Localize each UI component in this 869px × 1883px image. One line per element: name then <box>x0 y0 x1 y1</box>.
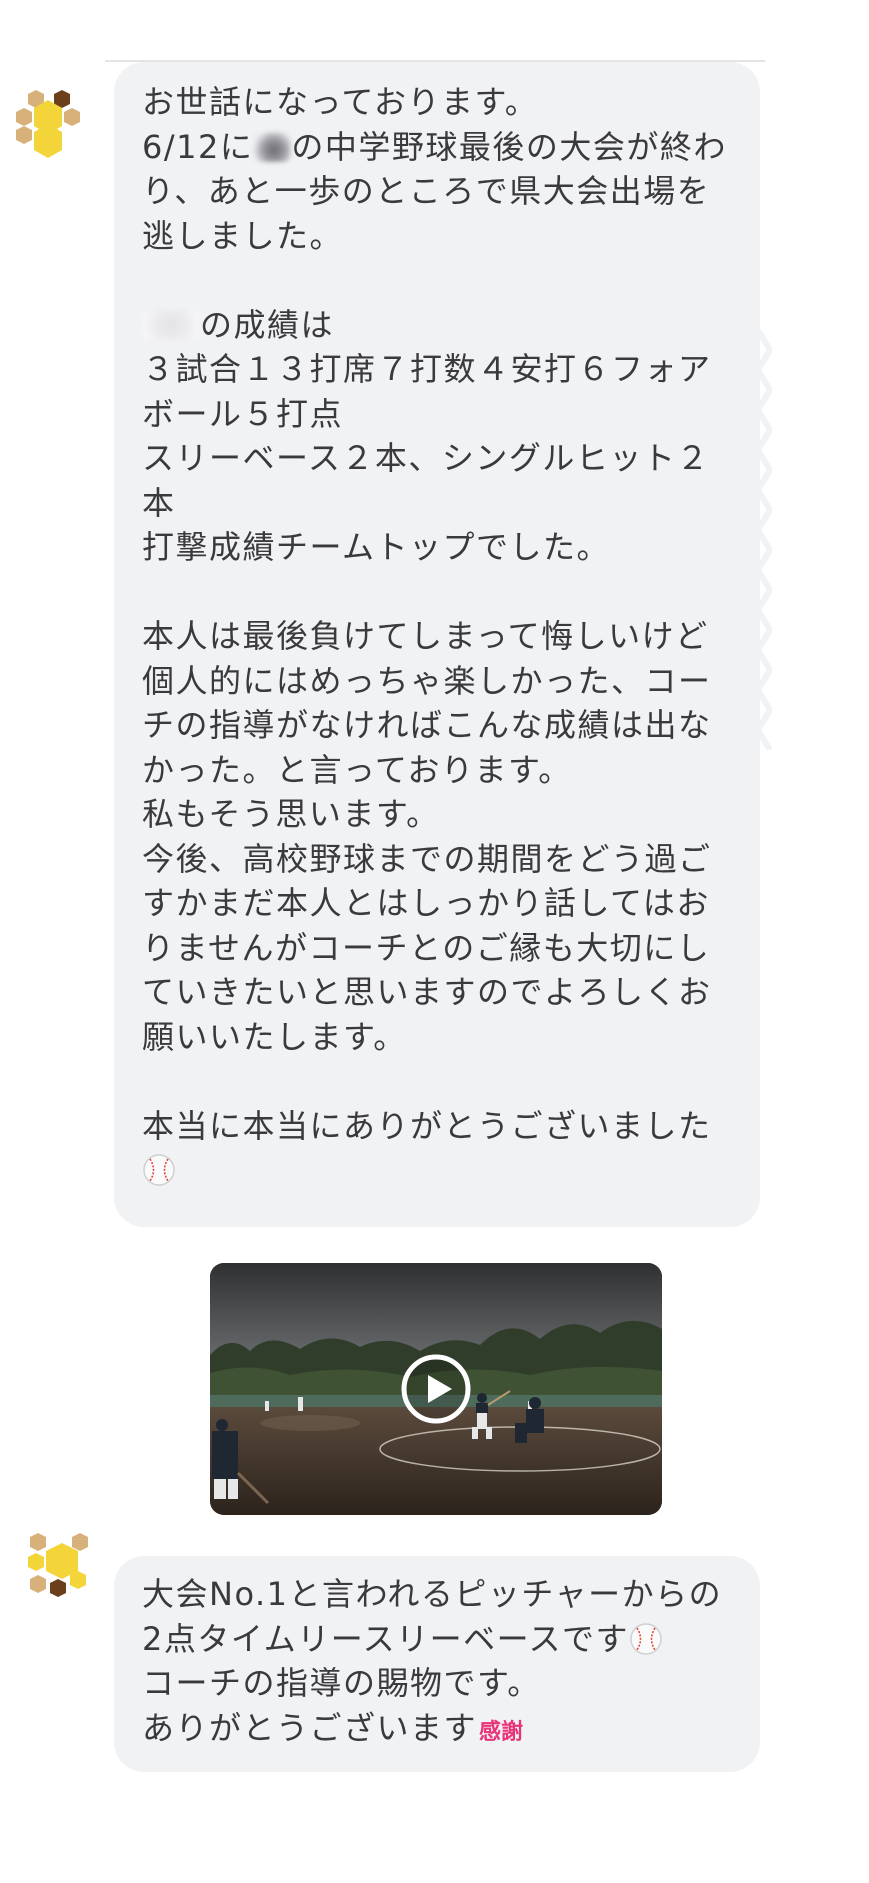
message-line: ていきたいと思いますのでよろしくお <box>142 973 712 1011</box>
message-line: 2点タイムリースリーベースです <box>142 1617 730 1662</box>
redacted-name <box>253 131 292 162</box>
play-icon <box>401 1354 471 1424</box>
message-line: ありがとうございます感謝 <box>142 1706 730 1756</box>
message-line: 願いいたします。 <box>142 1017 407 1056</box>
thanks-sticker-icon: 感謝 <box>479 1719 524 1745</box>
message-line: お世話になっております。 <box>142 83 539 121</box>
message-line: りませんがコーチとのご縁も大切にし <box>142 928 711 967</box>
sender-avatar[interactable] <box>6 86 96 166</box>
sender-avatar[interactable] <box>20 1527 110 1607</box>
message-line: チの指導がなければこんな成績は出な <box>142 706 712 744</box>
message-line: すかまだ本人とはしっかり話してはお <box>142 884 710 922</box>
message-line: 打撃成績チームトップでした。 <box>142 528 611 566</box>
video-attachment[interactable] <box>210 1263 662 1515</box>
message-line: り、あと一歩のところで県大会出場を <box>142 172 711 210</box>
message-line: ３試合１３打席７打数４安打６フォア <box>142 350 712 388</box>
baseball-emoji-icon <box>630 1622 662 1655</box>
message-line <box>142 1148 730 1193</box>
message-line: ボール５打点 <box>142 394 344 433</box>
edge-decoration <box>758 330 772 750</box>
message-line: 個人的にはめっちゃ楽しかった、コー <box>142 661 712 700</box>
honeycomb-avatar-icon <box>16 90 80 158</box>
message-line: かった。と言っております。 <box>142 750 572 789</box>
message-line: 私もそう思います。 <box>142 795 440 833</box>
play-button[interactable] <box>400 1353 472 1425</box>
message-line: の成績は <box>142 303 730 348</box>
message-line: 6/12に の中学野球最後の大会が終わ <box>142 127 727 166</box>
message-line: 大会No.1と言われるピッチャーからの <box>142 1575 723 1613</box>
message-line: 今後、高校野球までの期間をどう過ご <box>142 839 712 878</box>
message-line: 本当に本当にありがとうございました <box>142 1106 712 1145</box>
message-bubble[interactable]: 大会No.1と言われるピッチャーからの 2点タイムリースリーベースです コーチの… <box>114 1556 760 1772</box>
redacted-name <box>142 309 200 340</box>
message-line: スリーベース２本、シングルヒット２ <box>142 439 710 477</box>
baseball-emoji-icon <box>143 1154 175 1186</box>
message-line: コーチの指導の賜物です。 <box>142 1664 541 1702</box>
message-line: 本 <box>142 483 176 522</box>
message-line: 逃しました。 <box>142 216 344 255</box>
message-line: 本人は最後負けてしまって悔しいけど <box>142 617 709 655</box>
message-bubble[interactable]: お世話になっております。 6/12に の中学野球最後の大会が終わ り、あと一歩のと… <box>114 62 760 1227</box>
honeycomb-avatar-icon <box>28 1533 96 1597</box>
chat-screen: お世話になっております。 6/12に の中学野球最後の大会が終わ り、あと一歩のと… <box>0 0 869 1883</box>
